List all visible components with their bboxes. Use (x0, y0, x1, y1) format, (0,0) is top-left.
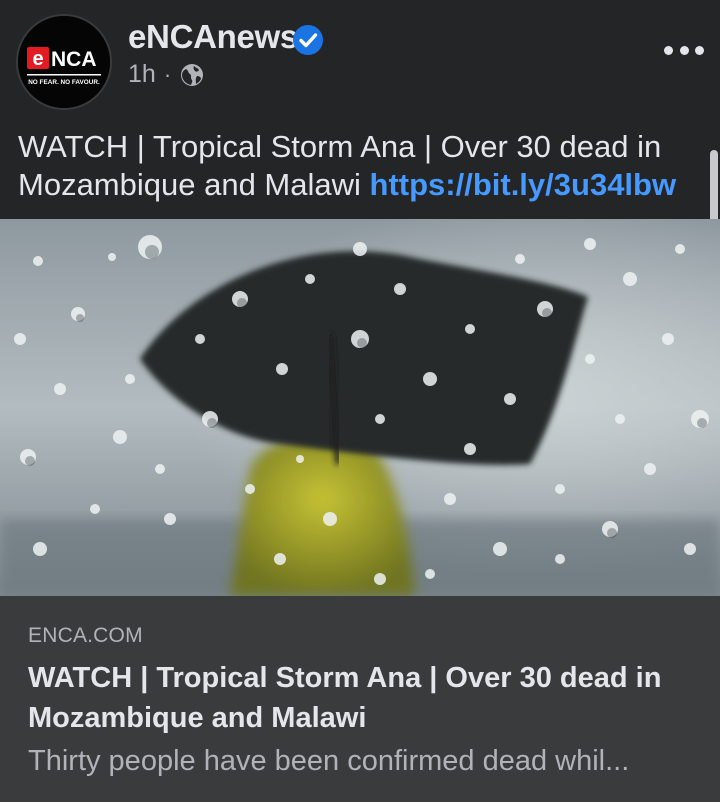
svg-text:NO FEAR. NO FAVOUR.: NO FEAR. NO FAVOUR. (28, 79, 100, 86)
meta-separator: · (163, 61, 172, 87)
svg-text:e: e (32, 48, 43, 70)
svg-text:NCA: NCA (51, 48, 97, 71)
link-preview-image[interactable] (0, 219, 720, 596)
link-title[interactable]: WATCH | Tropical Storm Ana | Over 30 dea… (28, 658, 698, 738)
link-description: Thirty people have been confirmed dead w… (28, 745, 630, 777)
more-dot-icon (695, 45, 704, 55)
post-link[interactable]: https://bit.ly/3u34lbw (370, 167, 677, 202)
post-time[interactable]: 1h (128, 60, 156, 89)
globe-icon (181, 63, 204, 86)
more-dot-icon (664, 45, 673, 55)
page-avatar[interactable]: e NCA NO FEAR. NO FAVOUR. (16, 14, 112, 110)
link-preview-card[interactable]: ENCA.COM WATCH | Tropical Storm Ana | Ov… (0, 596, 720, 802)
post-header: e NCA NO FEAR. NO FAVOUR. eNCAnews 1h · (0, 0, 720, 110)
post-message: WATCH | Tropical Storm Ana | Over 30 dea… (18, 128, 708, 204)
more-dot-icon (679, 45, 689, 55)
enca-logo: e NCA NO FEAR. NO FAVOUR. (18, 16, 110, 108)
facebook-post: e NCA NO FEAR. NO FAVOUR. eNCAnews 1h · (0, 0, 720, 802)
more-options-button[interactable] (664, 40, 704, 60)
post-meta: 1h · (128, 60, 204, 89)
page-name[interactable]: eNCAnews (128, 18, 298, 56)
rain-umbrella-photo (0, 219, 720, 596)
verified-badge-icon (293, 25, 323, 55)
link-domain: ENCA.COM (28, 624, 143, 647)
